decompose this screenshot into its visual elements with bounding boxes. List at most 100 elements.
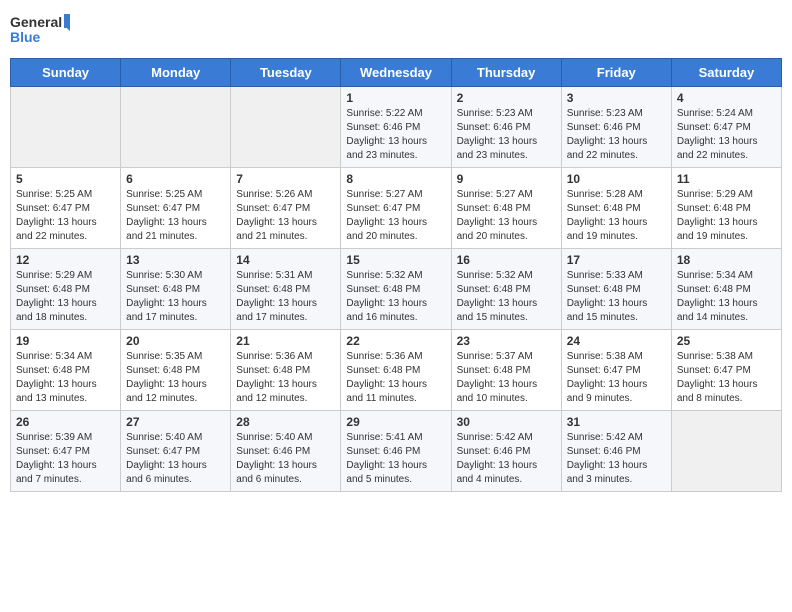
week-row-3: 12Sunrise: 5:29 AM Sunset: 6:48 PM Dayli… [11,249,782,330]
day-number: 28 [236,415,335,429]
day-info: Sunrise: 5:35 AM Sunset: 6:48 PM Dayligh… [126,350,225,406]
day-number: 14 [236,253,335,267]
day-info: Sunrise: 5:26 AM Sunset: 6:47 PM Dayligh… [236,188,335,244]
day-info: Sunrise: 5:27 AM Sunset: 6:47 PM Dayligh… [346,188,445,244]
calendar-cell: 4 Sunrise: 5:24 AM Sunset: 6:47 PM Daylig… [671,87,781,168]
calendar-cell [121,87,231,168]
day-info: Sunrise: 5:38 AM Sunset: 6:47 PM Dayligh… [677,350,776,406]
calendar-cell: 18 Sunrise: 5:34 AM Sunset: 6:48 PM Dayli… [671,249,781,330]
day-info: Sunrise: 5:33 AM Sunset: 6:48 PM Dayligh… [567,269,666,325]
calendar-cell [11,87,121,168]
day-number: 9 [457,172,556,186]
calendar-cell: 26Sunrise: 5:39 AM Sunset: 6:47 PM Dayli… [11,411,121,492]
day-number: 2 [457,91,556,105]
day-header-friday: Friday [561,59,671,87]
calendar-cell: 12Sunrise: 5:29 AM Sunset: 6:48 PM Dayli… [11,249,121,330]
calendar-cell: 14 Sunrise: 5:31 AM Sunset: 6:48 PM Dayli… [231,249,341,330]
day-number: 6 [126,172,225,186]
day-number: 8 [346,172,445,186]
calendar-cell [671,411,781,492]
day-info: Sunrise: 5:34 AM Sunset: 6:48 PM Dayligh… [677,269,776,325]
day-header-sunday: Sunday [11,59,121,87]
calendar-cell: 30Sunrise: 5:42 AM Sunset: 6:46 PM Dayli… [451,411,561,492]
day-info: Sunrise: 5:37 AM Sunset: 6:48 PM Dayligh… [457,350,556,406]
calendar-cell: 8 Sunrise: 5:27 AM Sunset: 6:47 PM Daylig… [341,168,451,249]
day-info: Sunrise: 5:40 AM Sunset: 6:46 PM Dayligh… [236,431,335,487]
calendar-cell: 6 Sunrise: 5:25 AM Sunset: 6:47 PM Daylig… [121,168,231,249]
day-number: 13 [126,253,225,267]
day-number: 3 [567,91,666,105]
calendar-cell: 5 Sunrise: 5:25 AM Sunset: 6:47 PM Daylig… [11,168,121,249]
day-header-tuesday: Tuesday [231,59,341,87]
day-number: 26 [16,415,115,429]
logo-svg: General Blue [10,10,70,50]
day-number: 21 [236,334,335,348]
calendar-table: SundayMondayTuesdayWednesdayThursdayFrid… [10,58,782,492]
week-row-5: 26Sunrise: 5:39 AM Sunset: 6:47 PM Dayli… [11,411,782,492]
day-info: Sunrise: 5:32 AM Sunset: 6:48 PM Dayligh… [346,269,445,325]
calendar-cell: 17Sunrise: 5:33 AM Sunset: 6:48 PM Dayli… [561,249,671,330]
calendar-cell: 16 Sunrise: 5:32 AM Sunset: 6:48 PM Dayli… [451,249,561,330]
day-info: Sunrise: 5:32 AM Sunset: 6:48 PM Dayligh… [457,269,556,325]
day-number: 24 [567,334,666,348]
day-number: 16 [457,253,556,267]
calendar-cell: 25 Sunrise: 5:38 AM Sunset: 6:47 PM Dayli… [671,330,781,411]
day-info: Sunrise: 5:31 AM Sunset: 6:48 PM Dayligh… [236,269,335,325]
calendar-cell: 29 Sunrise: 5:41 AM Sunset: 6:46 PM Dayli… [341,411,451,492]
day-info: Sunrise: 5:36 AM Sunset: 6:48 PM Dayligh… [346,350,445,406]
day-info: Sunrise: 5:41 AM Sunset: 6:46 PM Dayligh… [346,431,445,487]
day-number: 7 [236,172,335,186]
svg-text:General: General [10,14,62,30]
day-number: 27 [126,415,225,429]
day-number: 11 [677,172,776,186]
day-number: 30 [457,415,556,429]
day-info: Sunrise: 5:28 AM Sunset: 6:48 PM Dayligh… [567,188,666,244]
calendar-cell: 2 Sunrise: 5:23 AM Sunset: 6:46 PM Daylig… [451,87,561,168]
calendar-cell: 7 Sunrise: 5:26 AM Sunset: 6:47 PM Daylig… [231,168,341,249]
day-info: Sunrise: 5:38 AM Sunset: 6:47 PM Dayligh… [567,350,666,406]
day-number: 1 [346,91,445,105]
day-info: Sunrise: 5:29 AM Sunset: 6:48 PM Dayligh… [677,188,776,244]
calendar-cell: 23 Sunrise: 5:37 AM Sunset: 6:48 PM Dayli… [451,330,561,411]
day-info: Sunrise: 5:34 AM Sunset: 6:48 PM Dayligh… [16,350,115,406]
day-number: 31 [567,415,666,429]
day-header-thursday: Thursday [451,59,561,87]
day-header-saturday: Saturday [671,59,781,87]
day-info: Sunrise: 5:27 AM Sunset: 6:48 PM Dayligh… [457,188,556,244]
calendar-cell: 24 Sunrise: 5:38 AM Sunset: 6:47 PM Dayli… [561,330,671,411]
day-header-wednesday: Wednesday [341,59,451,87]
calendar-cell: 13Sunrise: 5:30 AM Sunset: 6:48 PM Dayli… [121,249,231,330]
calendar-cell: 31Sunrise: 5:42 AM Sunset: 6:46 PM Dayli… [561,411,671,492]
day-info: Sunrise: 5:23 AM Sunset: 6:46 PM Dayligh… [457,107,556,163]
calendar-cell: 27Sunrise: 5:40 AM Sunset: 6:47 PM Dayli… [121,411,231,492]
day-info: Sunrise: 5:29 AM Sunset: 6:48 PM Dayligh… [16,269,115,325]
day-number: 15 [346,253,445,267]
day-info: Sunrise: 5:25 AM Sunset: 6:47 PM Dayligh… [126,188,225,244]
day-number: 4 [677,91,776,105]
day-number: 20 [126,334,225,348]
svg-text:Blue: Blue [10,29,41,45]
week-row-2: 5 Sunrise: 5:25 AM Sunset: 6:47 PM Daylig… [11,168,782,249]
calendar-cell: 19 Sunrise: 5:34 AM Sunset: 6:48 PM Dayli… [11,330,121,411]
calendar-cell: 10Sunrise: 5:28 AM Sunset: 6:48 PM Dayli… [561,168,671,249]
day-number: 29 [346,415,445,429]
week-row-4: 19 Sunrise: 5:34 AM Sunset: 6:48 PM Dayli… [11,330,782,411]
day-info: Sunrise: 5:25 AM Sunset: 6:47 PM Dayligh… [16,188,115,244]
calendar-cell: 21 Sunrise: 5:36 AM Sunset: 6:48 PM Dayli… [231,330,341,411]
week-row-1: 1Sunrise: 5:22 AM Sunset: 6:46 PM Daylig… [11,87,782,168]
calendar-cell: 22 Sunrise: 5:36 AM Sunset: 6:48 PM Dayli… [341,330,451,411]
calendar-cell: 11 Sunrise: 5:29 AM Sunset: 6:48 PM Dayli… [671,168,781,249]
calendar-cell: 15 Sunrise: 5:32 AM Sunset: 6:48 PM Dayli… [341,249,451,330]
day-number: 22 [346,334,445,348]
day-number: 5 [16,172,115,186]
calendar-cell: 28 Sunrise: 5:40 AM Sunset: 6:46 PM Dayli… [231,411,341,492]
day-info: Sunrise: 5:36 AM Sunset: 6:48 PM Dayligh… [236,350,335,406]
day-info: Sunrise: 5:23 AM Sunset: 6:46 PM Dayligh… [567,107,666,163]
calendar-cell: 9 Sunrise: 5:27 AM Sunset: 6:48 PM Daylig… [451,168,561,249]
day-number: 19 [16,334,115,348]
day-header-monday: Monday [121,59,231,87]
day-info: Sunrise: 5:24 AM Sunset: 6:47 PM Dayligh… [677,107,776,163]
day-number: 23 [457,334,556,348]
day-number: 18 [677,253,776,267]
day-number: 25 [677,334,776,348]
